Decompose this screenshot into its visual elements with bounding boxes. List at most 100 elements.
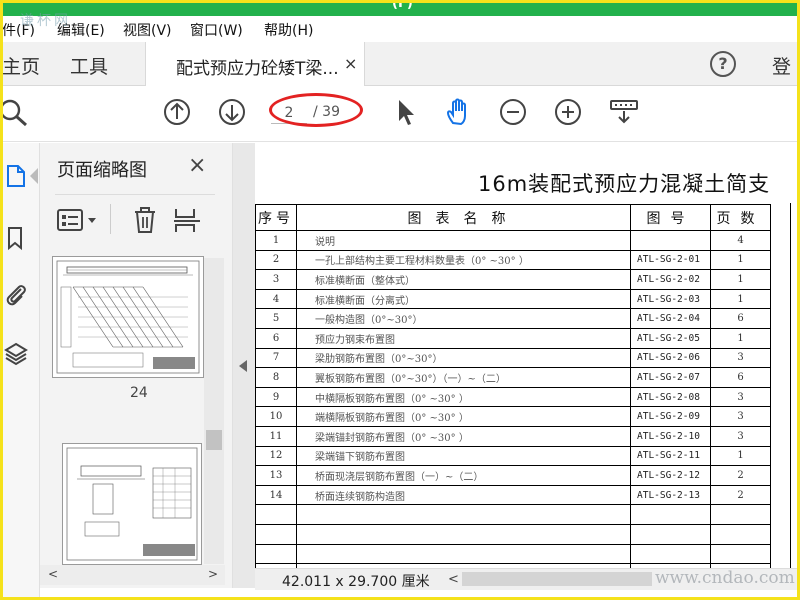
row-number: 6 [255, 327, 297, 349]
row-page-count: 2 [710, 484, 771, 506]
close-panel-icon[interactable]: × [188, 153, 206, 178]
page-thumbnail-24[interactable] [52, 256, 204, 378]
thumbnail-scrollbar[interactable] [204, 258, 224, 564]
previous-page-icon[interactable] [162, 97, 192, 127]
row-number: 1 [255, 230, 297, 251]
drawing-index-table: 序号 图表名称 图号 页数 1 说明 4 2 一孔上部结构主要工程材料数量表（0° ~3… [255, 204, 771, 584]
row-number: 10 [255, 406, 297, 427]
row-number: 4 [255, 288, 297, 310]
table-row: 12 梁端锚下钢筋布置图 ATL-SG-2-11 1 [255, 445, 771, 467]
row-drawing-name [296, 523, 631, 545]
annotation-ellipse [269, 93, 363, 127]
table-header-row: 序号 图表名称 图号 页数 [255, 204, 771, 231]
row-drawing-code: ATL-SG-2-03 [630, 288, 711, 310]
login-button[interactable]: 登 [772, 52, 791, 79]
panel-collapse-handle[interactable] [233, 143, 255, 588]
row-number: 13 [255, 465, 297, 486]
row-page-count: 3 [710, 347, 771, 369]
paper-size: 42.011 x 29.700 厘米 [282, 574, 430, 590]
row-number [255, 504, 297, 525]
help-icon[interactable]: ? [710, 51, 736, 77]
select-cursor-icon[interactable] [392, 97, 422, 127]
row-page-count: 6 [710, 367, 771, 388]
row-drawing-name: 梁端锚封钢筋布置图（0° ~30° ） [296, 425, 631, 447]
delete-page-icon[interactable] [130, 205, 160, 235]
row-drawing-name: 梁肋钢筋布置图（0°~30°） [296, 347, 631, 369]
scroll-left-icon[interactable]: < [448, 572, 459, 587]
watermark-top-left: 谦杯网 [20, 13, 71, 29]
scrollbar-thumb[interactable] [206, 430, 222, 450]
bookmark-icon[interactable] [3, 225, 29, 251]
row-drawing-code: ATL-SG-2-13 [630, 484, 711, 506]
menu-bar: 件(F) 编辑(E) 视图(V) 窗口(W) 帮助(H) [0, 16, 800, 42]
table-row-empty [255, 523, 771, 545]
thumbnail-panel-title: 页面缩略图 [57, 160, 147, 181]
row-drawing-name: 一孔上部结构主要工程材料数量表（0° ~30° ） [296, 249, 631, 271]
thumbnail-drawing [66, 447, 198, 561]
row-number [255, 523, 297, 545]
row-drawing-code: ATL-SG-2-04 [630, 308, 711, 329]
row-page-count: 1 [710, 327, 771, 349]
row-drawing-code: ATL-SG-2-08 [630, 386, 711, 408]
row-number: 5 [255, 308, 297, 329]
scroll-right-arrow-icon[interactable]: > [208, 567, 218, 581]
table-row: 7 梁肋钢筋布置图（0°~30°） ATL-SG-2-06 3 [255, 347, 771, 369]
panel-divider [55, 194, 215, 195]
row-number: 14 [255, 484, 297, 506]
table-row: 1 说明 4 [255, 230, 771, 251]
table-row: 8 翼板钢筋布置图（0°~30°）（一）~（二） ATL-SG-2-07 6 [255, 367, 771, 388]
row-page-count: 1 [710, 288, 771, 310]
tab-tools[interactable]: 工具 [70, 52, 108, 79]
table-row: 13 桥面现浇层钢筋布置图（一）~（二） ATL-SG-2-12 2 [255, 465, 771, 486]
toolbar-separator [110, 204, 111, 234]
row-drawing-code [630, 523, 711, 545]
row-number: 12 [255, 445, 297, 467]
tab-document-label: 配式预应力砼矮T梁... [176, 59, 339, 79]
table-row: 6 预应力钢束布置图 ATL-SG-2-05 1 [255, 327, 771, 349]
row-drawing-code: ATL-SG-2-01 [630, 249, 711, 271]
menu-help[interactable]: 帮助(H) [264, 20, 313, 40]
tab-document[interactable]: 配式预应力砼矮T梁... × [145, 42, 365, 86]
zoom-out-icon[interactable] [498, 97, 528, 127]
adjacent-table-edge [790, 203, 800, 568]
tab-bar: 主页 工具 配式预应力砼矮T梁... × [0, 42, 800, 86]
document-horizontal-scrollbar[interactable] [462, 572, 652, 586]
hand-tool-icon[interactable] [444, 97, 474, 127]
layers-icon[interactable] [3, 341, 29, 367]
row-drawing-code: ATL-SG-2-09 [630, 406, 711, 427]
row-page-count [710, 523, 771, 545]
menu-window[interactable]: 窗口(W) [190, 20, 243, 40]
rotate-page-icon[interactable] [172, 205, 202, 235]
row-drawing-code: ATL-SG-2-07 [630, 367, 711, 388]
row-drawing-name: 标准横断面（整体式） [296, 269, 631, 290]
row-page-count: 3 [710, 406, 771, 427]
table-row: 4 标准横断面（分离式） ATL-SG-2-03 1 [255, 288, 771, 310]
tab-close-icon[interactable]: × [344, 54, 357, 73]
page-thumbnail-25[interactable] [62, 443, 202, 565]
attachment-icon[interactable] [3, 281, 29, 307]
zoom-in-icon[interactable] [553, 97, 583, 127]
menu-view[interactable]: 视图(V) [123, 20, 172, 40]
tab-home[interactable]: 主页 [2, 52, 40, 79]
table-row: 10 端横隔板钢筋布置图（0° ~30° ） ATL-SG-2-09 3 [255, 406, 771, 427]
row-number [255, 543, 297, 565]
row-drawing-name: 桥面连续钢筋构造图 [296, 484, 631, 506]
row-page-count: 3 [710, 425, 771, 447]
row-number: 11 [255, 425, 297, 447]
fit-page-icon[interactable] [609, 97, 639, 127]
header-pages: 页数 [710, 204, 771, 231]
row-drawing-code: ATL-SG-2-11 [630, 445, 711, 467]
scroll-left-arrow-icon[interactable]: < [48, 567, 58, 581]
page-thumbnails-icon[interactable] [3, 163, 29, 189]
thumbnail-drawing [56, 260, 200, 374]
table-row-empty [255, 504, 771, 525]
navigation-pane [0, 143, 40, 600]
row-drawing-name: 翼板钢筋布置图（0°~30°）（一）~（二） [296, 367, 631, 388]
title-bar: (F) [0, 0, 800, 16]
row-page-count: 4 [710, 230, 771, 251]
thumbnail-options-icon[interactable] [56, 206, 100, 234]
next-page-icon[interactable] [217, 97, 247, 127]
header-number: 序号 [255, 204, 297, 231]
search-icon[interactable] [0, 97, 30, 127]
thumbnail-horizontal-scrollbar[interactable]: < > [40, 565, 225, 585]
